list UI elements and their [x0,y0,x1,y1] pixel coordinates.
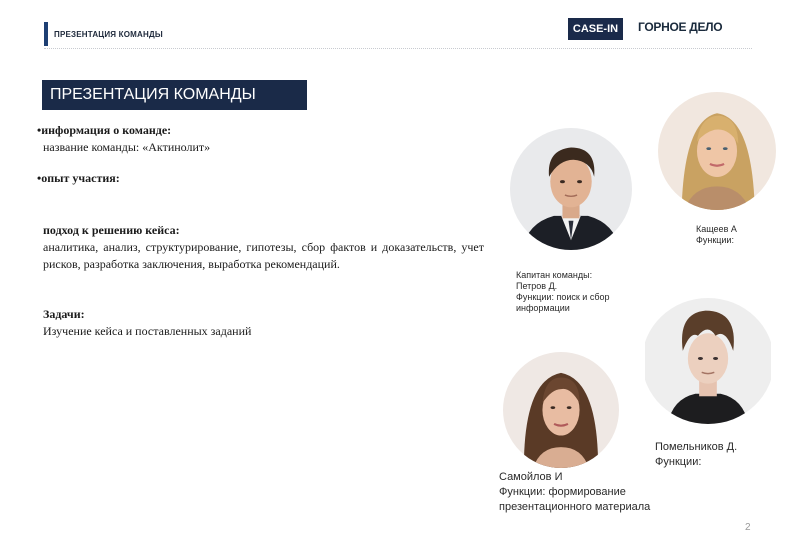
approach-text: аналитика, анализ, структурирование, гип… [43,240,484,271]
member-caption-captain: Капитан команды: Петров Д. Функции: поис… [516,270,610,314]
kashcheev-functions: Функции: [696,235,734,245]
member-caption-pomelnikov: Помельников Д. Функции: [655,440,737,470]
captain-role: Капитан команды: [516,270,593,280]
case-in-badge: CASE-IN [568,18,623,40]
kashcheev-name: Кащеев А [696,224,737,234]
samoylov-functions: Функции: формирование [499,486,626,498]
team-info-heading: •информация о команде: [37,123,172,137]
member-caption-samoylov: Самойлов И Функции: формирование презент… [499,470,650,515]
header-divider [44,48,752,49]
samoylov-name: Самойлов И [499,471,563,483]
portrait-woman-brunette-icon [503,352,619,468]
tasks-text: Изучение кейса и поставленных заданий [43,324,252,338]
portrait-man-tousled-hair-icon [642,298,774,424]
portrait-woman-blonde-icon [658,92,776,210]
team-info-block: •информация о команде: название команды:… [37,122,210,156]
header-sector-label: ГОРНОЕ ДЕЛО [638,20,723,34]
header-accent-bar [44,22,48,46]
tasks-block: Задачи: Изучение кейса и поставленных за… [43,306,251,340]
captain-name: Петров Д. [516,281,558,291]
page-number: 2 [745,522,751,533]
tasks-heading: Задачи: [43,307,85,321]
pomelnikov-functions: Функции: [655,456,702,468]
approach-block: подход к решению кейса: аналитика, анали… [43,222,484,273]
team-name-text: название команды: «Актинолит» [43,140,211,154]
slide-title: ПРЕЗЕНТАЦИЯ КОМАНДЫ [42,80,307,110]
member-caption-kashcheev: Кащеев А Функции: [696,224,737,246]
captain-functions: Функции: поиск и сбор [516,292,610,302]
samoylov-functions-cont: презентационного материала [499,501,651,513]
header-section-label: ПРЕЗЕНТАЦИЯ КОМАНДЫ [54,30,163,39]
portrait-man-dark-hair-icon [510,128,632,250]
experience-block: •опыт участия: [37,170,120,187]
captain-functions-cont: информации [516,303,570,313]
experience-heading: •опыт участия: [37,171,120,185]
approach-heading: подход к решению кейса: [43,223,180,237]
pomelnikov-name: Помельников Д. [655,441,738,453]
